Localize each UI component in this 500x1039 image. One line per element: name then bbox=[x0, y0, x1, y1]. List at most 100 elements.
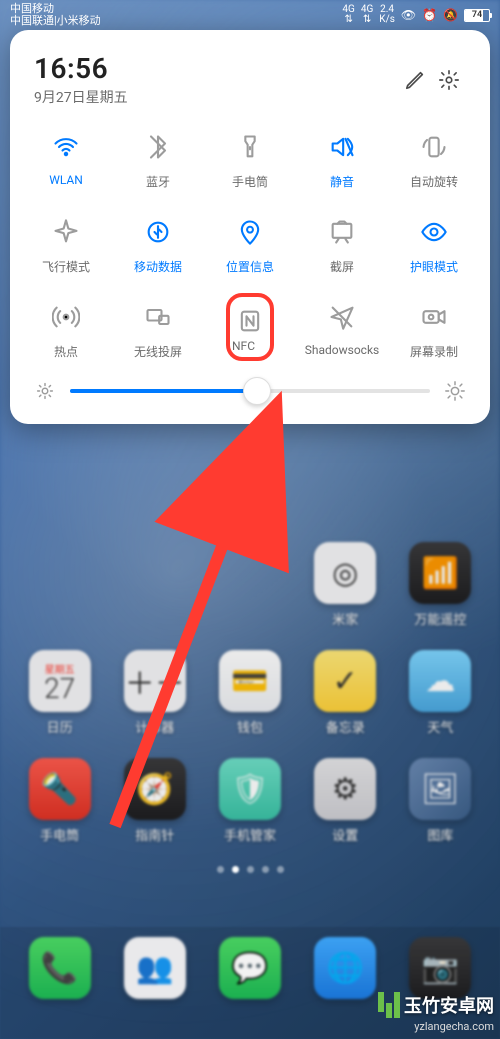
panel-header: 16:56 9月27日星期五 bbox=[16, 46, 484, 121]
wifi-icon bbox=[48, 129, 84, 165]
tile-label: 屏幕录制 bbox=[410, 343, 458, 360]
carrier-2: 中国联通|小米移动 bbox=[10, 15, 101, 27]
app-label: 天气 bbox=[427, 717, 453, 736]
status-carriers: 中国移动 中国联通|小米移动 bbox=[10, 3, 101, 27]
app-手电筒[interactable]: 🔦手电筒 bbox=[12, 758, 107, 844]
app-label: 设置 bbox=[332, 825, 358, 844]
app-icon: ✓ bbox=[314, 650, 376, 712]
status-right: 4G⇅ 4G⇅ 2.4K/s 👁 ⏰ 🔕 74 bbox=[342, 5, 490, 25]
tile-screenrec[interactable]: 屏幕录制 bbox=[388, 299, 480, 360]
calendar-icon: 星期五27 bbox=[29, 650, 91, 712]
hotspot-icon bbox=[48, 299, 84, 335]
tile-autorotate[interactable]: 自动旋转 bbox=[388, 129, 480, 190]
app-手机管家[interactable]: 🛡 手机管家 bbox=[202, 758, 297, 844]
app-icon: 🛡 bbox=[219, 758, 281, 820]
app-钱包[interactable]: 💳 钱包 bbox=[202, 650, 297, 736]
tile-label: 截屏 bbox=[330, 258, 354, 275]
panel-header-left: 16:56 9月27日星期五 bbox=[34, 52, 398, 107]
data-icon bbox=[140, 214, 176, 250]
watermark-url: yzlangecha.com bbox=[414, 1020, 494, 1033]
app-icon: 🔦 bbox=[29, 758, 91, 820]
app-label: 钱包 bbox=[237, 717, 263, 736]
tile-data[interactable]: 移动数据 bbox=[112, 214, 204, 275]
app-指南针[interactable]: 🧭指南针 bbox=[107, 758, 202, 844]
tile-eyecare[interactable]: 护眼模式 bbox=[388, 214, 480, 275]
tile-label: 位置信息 bbox=[226, 258, 274, 275]
tile-label: 移动数据 bbox=[134, 258, 182, 275]
app-图库[interactable]: 🖼图库 bbox=[393, 758, 488, 844]
highlight-box: NFC bbox=[226, 293, 274, 361]
app-label: 图库 bbox=[427, 825, 453, 844]
tile-label: 无线投屏 bbox=[134, 343, 182, 360]
brightness-high-icon bbox=[444, 380, 466, 402]
brightness-row bbox=[16, 360, 484, 406]
tile-label: 飞行模式 bbox=[42, 258, 90, 275]
app-计算器[interactable]: ＋－ 计算器 bbox=[107, 650, 202, 736]
eye-icon bbox=[416, 214, 452, 250]
tile-wlan[interactable]: WLAN bbox=[20, 129, 112, 190]
home-row: 🔦手电筒🧭指南针 🛡 手机管家 ⚙设置🖼图库 bbox=[0, 758, 500, 844]
tile-screenshot[interactable]: 截屏 bbox=[296, 214, 388, 275]
watermark-brand: 玉竹安卓网 bbox=[404, 992, 494, 1018]
tile-airplane[interactable]: 飞行模式 bbox=[20, 214, 112, 275]
page-dot bbox=[262, 866, 269, 873]
app-label: 米家 bbox=[332, 609, 358, 628]
tile-label: 蓝牙 bbox=[146, 173, 170, 190]
tile-shadowsocks[interactable]: Shadowsocks bbox=[296, 299, 388, 360]
page-dot bbox=[277, 866, 284, 873]
rotate-icon bbox=[416, 129, 452, 165]
airplane-icon bbox=[48, 214, 84, 250]
gear-icon bbox=[438, 69, 460, 91]
tile-label: Shadowsocks bbox=[305, 343, 379, 357]
app-万能遥控[interactable]: 📶万能遥控 bbox=[393, 542, 488, 628]
location-icon bbox=[232, 214, 268, 250]
battery-pct: 74 bbox=[465, 10, 489, 20]
quick-settings-panel[interactable]: 16:56 9月27日星期五 WLAN 蓝牙 手电筒 静音自动旋转飞行模式 移动数据 位置… bbox=[10, 30, 490, 424]
panel-time: 16:56 bbox=[34, 52, 398, 85]
home-row: ...◎米家📶万能遥控 bbox=[0, 542, 500, 628]
app-天气[interactable]: ☁ 天气 bbox=[393, 650, 488, 736]
tiles-grid: WLAN 蓝牙 手电筒 静音自动旋转飞行模式 移动数据 位置信息 截屏 护眼模式热点无线投屏 N… bbox=[16, 129, 484, 360]
plane-off-icon bbox=[324, 299, 360, 335]
app-label: 万能遥控 bbox=[414, 609, 466, 628]
slider-fill bbox=[70, 389, 257, 393]
mute-icon bbox=[324, 129, 360, 165]
page-dot bbox=[247, 866, 254, 873]
app-米家[interactable]: ◎ 米家 bbox=[298, 542, 393, 628]
tile-hotspot[interactable]: 热点 bbox=[20, 299, 112, 360]
app-label: 计算器 bbox=[135, 717, 174, 736]
pencil-icon bbox=[404, 69, 426, 91]
tile-flashlight[interactable]: 手电筒 bbox=[204, 129, 296, 190]
watermark-logo-icon bbox=[378, 992, 400, 1018]
app-icon: ＋－ bbox=[124, 650, 186, 712]
edit-button[interactable] bbox=[398, 63, 432, 97]
tile-location[interactable]: 位置信息 bbox=[204, 214, 296, 275]
battery-indicator: 74 bbox=[464, 9, 490, 22]
silent-icon: 🔕 bbox=[443, 8, 458, 22]
app-设置[interactable]: ⚙设置 bbox=[298, 758, 393, 844]
alarm-icon: ⏰ bbox=[422, 8, 437, 22]
signal-2: 4G⇅ bbox=[361, 5, 373, 25]
cast-icon bbox=[140, 299, 176, 335]
tile-silent[interactable]: 静音 bbox=[296, 129, 388, 190]
home-row: 星期五27日历 ＋－ 计算器 💳 钱包 ✓备忘录 ☁ 天气 bbox=[0, 650, 500, 736]
app-日历[interactable]: 星期五27日历 bbox=[12, 650, 107, 736]
tile-label: 手电筒 bbox=[232, 173, 268, 190]
app-label: 手机管家 bbox=[224, 825, 276, 844]
app-icon: ☁ bbox=[409, 650, 471, 712]
app-备忘录[interactable]: ✓备忘录 bbox=[298, 650, 393, 736]
eye-icon: 👁 bbox=[401, 8, 416, 22]
settings-button[interactable] bbox=[432, 63, 466, 97]
tile-label: WLAN bbox=[49, 173, 83, 187]
net-speed: 2.4K/s bbox=[379, 5, 395, 25]
signal-1: 4G⇅ bbox=[342, 5, 354, 25]
app-icon: 💳 bbox=[219, 650, 281, 712]
tile-cast[interactable]: 无线投屏 bbox=[112, 299, 204, 360]
brightness-slider[interactable] bbox=[70, 389, 430, 393]
tile-bluetooth[interactable]: 蓝牙 bbox=[112, 129, 204, 190]
app-icon: ◎ bbox=[314, 542, 376, 604]
flashlight-icon bbox=[232, 129, 268, 165]
slider-thumb[interactable] bbox=[243, 377, 271, 405]
tile-nfc[interactable]: NFC bbox=[204, 299, 296, 360]
tile-label: NFC bbox=[232, 339, 268, 353]
